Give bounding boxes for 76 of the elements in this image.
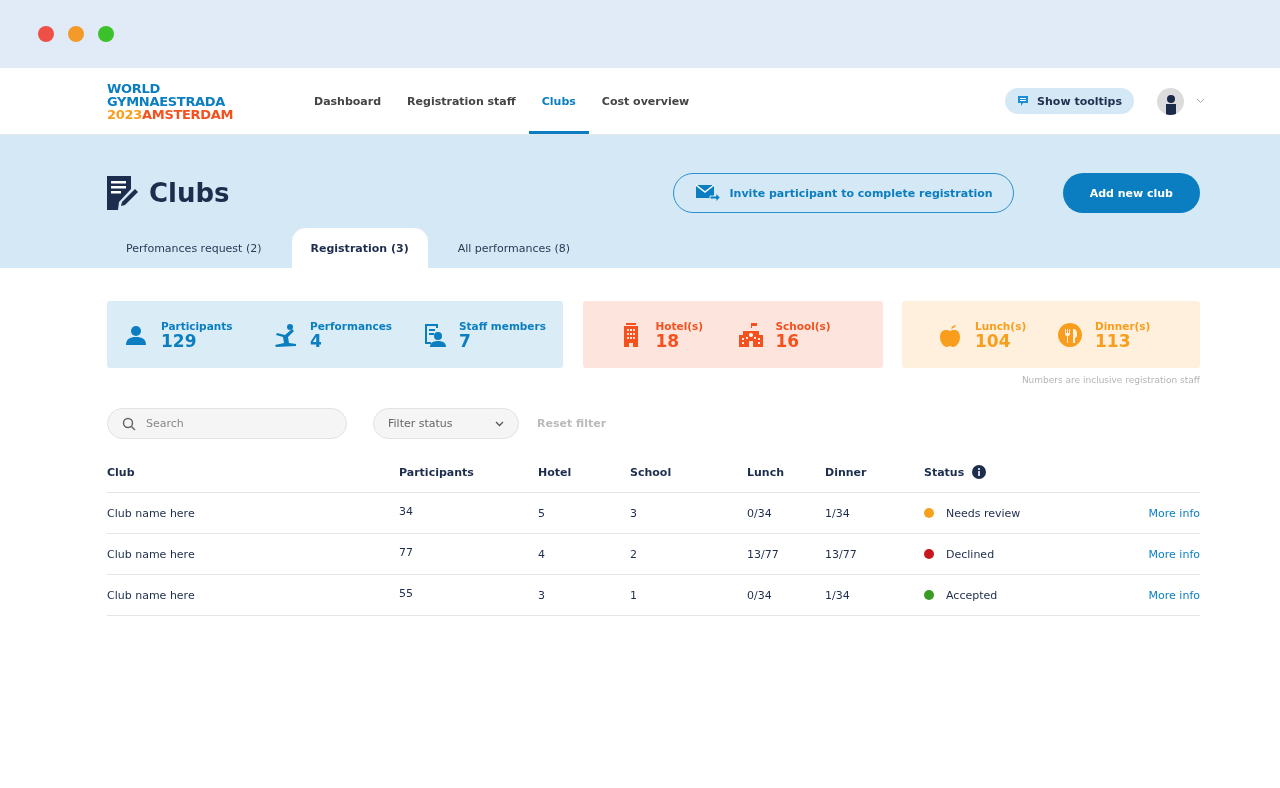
table-cell-text: Club name here: [107, 547, 196, 561]
column-header: School: [630, 465, 673, 479]
stat-label: Participants: [161, 319, 233, 332]
stat-label: School(s): [775, 319, 831, 332]
table-cell-text: 13/77: [825, 547, 858, 561]
column-header: Participants: [399, 465, 475, 479]
stat-value: 7: [459, 331, 472, 350]
more-info-link[interactable]: More info: [1148, 547, 1200, 561]
more-info-link[interactable]: More info: [1148, 506, 1200, 520]
stat-label: Lunch(s): [975, 319, 1027, 332]
stat-label: Staff members: [459, 319, 546, 332]
chat-icon: [1017, 95, 1030, 107]
stat-label: Dinner(s): [1095, 319, 1151, 332]
table-cell-text: Club name here: [107, 506, 196, 520]
logo-text: AMSTERDAM: [142, 106, 234, 122]
stat-value: 104: [975, 331, 1011, 350]
table-cell-text: 1/34: [825, 588, 851, 602]
tooltips-button[interactable]: Show tooltips: [1005, 88, 1134, 114]
table-cell-text: 34: [399, 504, 414, 518]
column-header: Status: [924, 465, 965, 479]
tab[interactable]: Perfomances request (2): [107, 228, 281, 268]
table-cell-text: 1/34: [825, 506, 851, 520]
avatar[interactable]: [1157, 87, 1184, 115]
table-cell-text: 4: [538, 547, 546, 561]
nav-link[interactable]: Registration staff: [394, 68, 529, 134]
tab[interactable]: Registration (3): [291, 228, 428, 268]
table-cell-text: 2: [630, 547, 638, 561]
stat-value: 16: [775, 331, 800, 350]
search-field[interactable]: Search: [107, 408, 347, 439]
gymnast-icon: [273, 322, 297, 347]
stat-value: 113: [1095, 331, 1131, 350]
stat-value: 129: [161, 331, 197, 350]
table-cell-text: 3: [538, 588, 546, 602]
school-building-icon: [738, 322, 763, 347]
status-text: Needs review: [946, 506, 1021, 520]
status-text: Accepted: [946, 588, 998, 602]
column-header: Lunch: [747, 465, 786, 479]
column-header: Dinner: [825, 465, 868, 479]
window-control-dot[interactable]: [38, 26, 54, 42]
table-cell-text: 0/34: [747, 506, 773, 520]
window-control-dot[interactable]: [68, 26, 84, 42]
stat-label: Hotel(s): [655, 319, 704, 332]
tab[interactable]: All performances (8): [438, 228, 590, 268]
column-header: Hotel: [538, 465, 573, 479]
stat-label: Performances: [310, 319, 393, 332]
chevron-down-icon[interactable]: [1196, 98, 1205, 104]
chevron-down-icon: [495, 420, 504, 427]
nav-link[interactable]: Dashboard: [301, 68, 395, 134]
apple-icon: [938, 322, 962, 347]
stat-value: 4: [310, 331, 323, 350]
logo-text: 2023: [107, 106, 142, 122]
window-control-dot[interactable]: [98, 26, 114, 42]
document-person-icon: [422, 322, 446, 347]
table-cell-text: 5: [538, 506, 546, 520]
table-cell-text: Club name here: [107, 588, 196, 602]
add-club-button[interactable]: Add new club: [1062, 173, 1200, 213]
logo-text: GYMNAESTRADA: [107, 94, 227, 108]
status-text: Declined: [946, 547, 995, 561]
column-header: Club: [107, 465, 136, 479]
table-cell-text: 3: [630, 506, 638, 520]
page-title: Clubs: [149, 178, 230, 208]
table-cell-text: 13/77: [747, 547, 780, 561]
status-dropdown[interactable]: Filter status: [373, 408, 519, 439]
table-cell-text: 1: [630, 588, 638, 602]
envelope-arrow-icon: [695, 184, 720, 202]
table-cell-text: 55: [399, 586, 414, 600]
fork-knife-icon: [1058, 322, 1082, 347]
note-text: Numbers are inclusive registration staff: [1020, 375, 1200, 385]
document-edit-icon: [107, 176, 139, 210]
table-cell-text: 77: [399, 545, 414, 559]
logo-text: WORLD: [107, 81, 161, 95]
nav-link[interactable]: Cost overview: [588, 68, 703, 134]
more-info-link[interactable]: More info: [1148, 588, 1200, 602]
info-icon[interactable]: [972, 465, 987, 479]
stat-value: 18: [655, 331, 680, 350]
table-cell-text: 0/34: [747, 588, 773, 602]
